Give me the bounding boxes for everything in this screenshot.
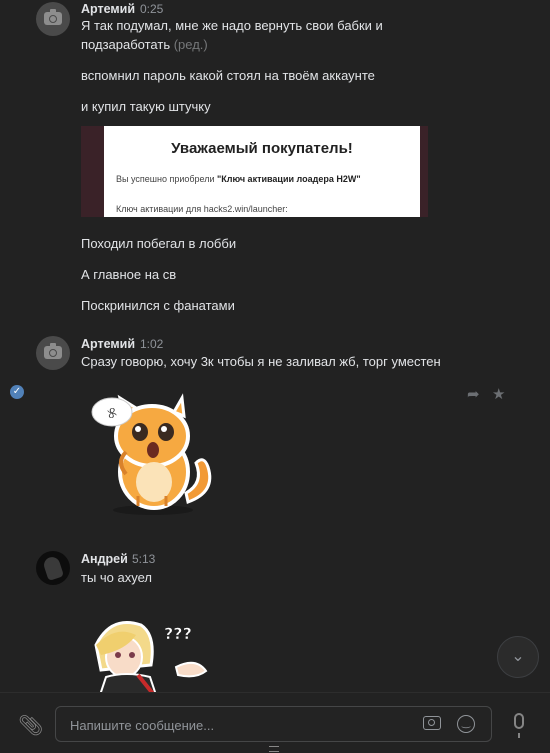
sticker-bubble-text: ୫ bbox=[107, 403, 117, 422]
message-text: вспомнил пароль какой стоял на твоём акк… bbox=[81, 68, 375, 83]
receipt-screenshot: Уважаемый покупатель! Вы успешно приобре… bbox=[104, 126, 420, 217]
message-text: и купил такую штучку bbox=[81, 99, 211, 114]
message-feed: Артемий 0:25 Я так подумал, мне же надо … bbox=[0, 0, 550, 692]
photo-attachment[interactable]: Уважаемый покупатель! Вы успешно приобре… bbox=[81, 126, 428, 217]
resize-handle[interactable] bbox=[269, 746, 279, 752]
camera-icon bbox=[44, 9, 62, 25]
message-input-box[interactable]: ‿ bbox=[55, 706, 492, 742]
message-input[interactable] bbox=[68, 715, 412, 735]
receipt-line: Вы успешно приобрели "Ключ активации лоа… bbox=[116, 174, 361, 184]
reply-icon[interactable]: ➦ bbox=[467, 385, 480, 403]
message-text: Поскринился с фанатами bbox=[81, 298, 235, 313]
message-text: Я так подумал, мне же надо вернуть свои … bbox=[81, 18, 383, 33]
star-icon[interactable]: ★ bbox=[492, 385, 505, 403]
message-text: Походил побегал в лобби bbox=[81, 236, 237, 251]
author-name[interactable]: Андрей bbox=[81, 552, 128, 566]
cat-sticker[interactable]: ୫ bbox=[88, 392, 218, 516]
message-text: А главное на св bbox=[81, 267, 177, 282]
chevron-down-icon: ⌄ bbox=[511, 648, 525, 665]
message-time[interactable]: 1:02 bbox=[140, 337, 163, 351]
message-text: ты чо ахуел bbox=[81, 570, 152, 585]
sticker-bubble-text: ??? bbox=[164, 624, 192, 643]
avatar[interactable] bbox=[36, 551, 70, 585]
edited-label: (ред.) bbox=[173, 37, 208, 52]
anime-sticker[interactable]: ??? bbox=[86, 615, 216, 692]
emoji-icon[interactable]: ‿ bbox=[457, 715, 475, 733]
receipt-line: Ключ активации для hacks2.win/launcher: bbox=[116, 204, 288, 214]
paperclip-icon[interactable]: 📎︎ bbox=[18, 713, 43, 738]
camera-icon bbox=[44, 343, 62, 359]
avatar[interactable] bbox=[36, 2, 70, 36]
message-text: Сразу говорю, хочу 3к чтобы я не заливал… bbox=[81, 354, 441, 369]
author-name[interactable]: Артемий bbox=[81, 2, 135, 16]
message-time[interactable]: 0:25 bbox=[140, 2, 163, 16]
author-name[interactable]: Артемий bbox=[81, 337, 135, 351]
scroll-down-button[interactable]: ⌄ bbox=[497, 636, 539, 678]
avatar-image bbox=[41, 555, 65, 581]
avatar[interactable] bbox=[36, 336, 70, 370]
message-text: подзаработать (ред.) bbox=[81, 37, 208, 52]
microphone-icon[interactable] bbox=[514, 713, 524, 738]
message-composer: 📎︎ ‿ bbox=[0, 692, 550, 753]
receipt-title: Уважаемый покупатель! bbox=[171, 140, 353, 157]
check-icon[interactable]: ✓ bbox=[10, 385, 24, 399]
camera-icon[interactable] bbox=[423, 716, 441, 730]
message-time[interactable]: 5:13 bbox=[132, 552, 155, 566]
